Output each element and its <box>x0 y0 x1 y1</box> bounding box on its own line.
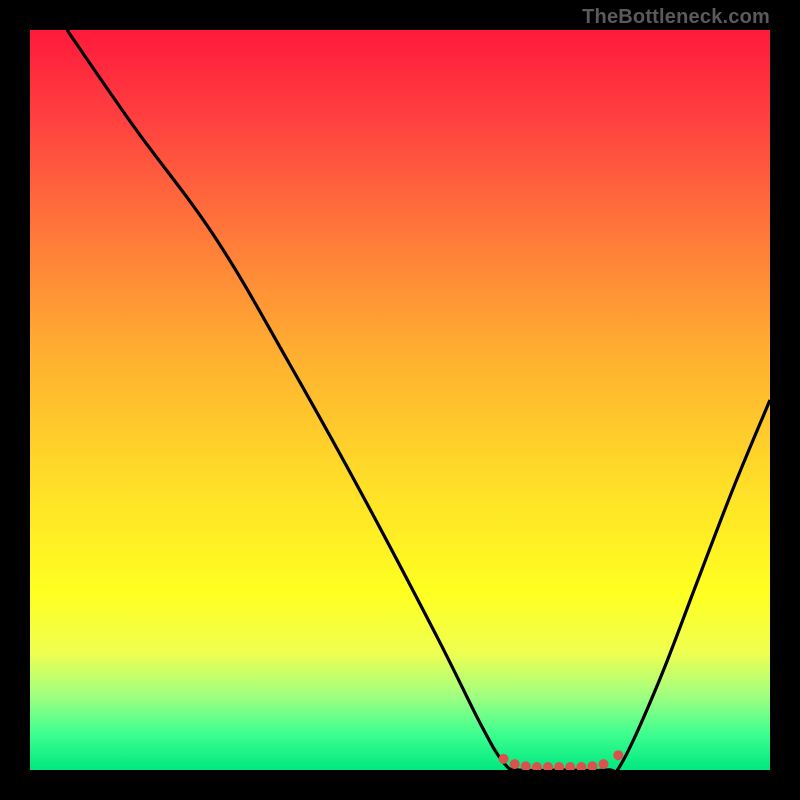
chart-frame: TheBottleneck.com <box>0 0 800 800</box>
plot-gradient-background <box>30 30 770 770</box>
watermark-text: TheBottleneck.com <box>582 6 770 29</box>
